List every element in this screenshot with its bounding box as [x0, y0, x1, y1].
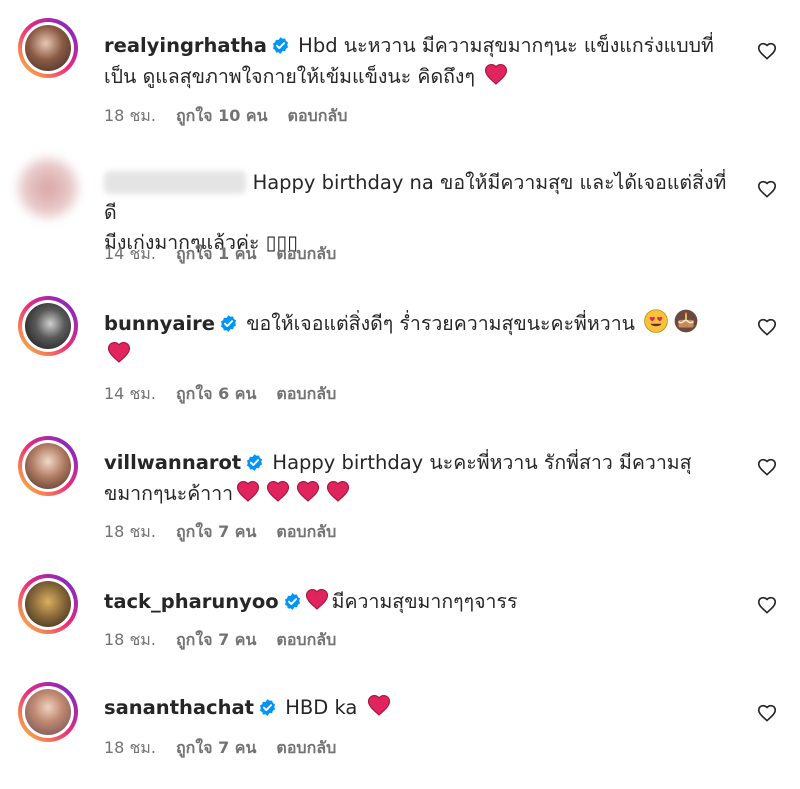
- like-button[interactable]: [756, 316, 778, 338]
- avatar[interactable]: [18, 682, 78, 742]
- avatar[interactable]: [18, 296, 78, 356]
- username[interactable]: realyingrhatha: [104, 34, 267, 57]
- comment-text: HBD ka: [285, 696, 358, 719]
- heart-eyes-emoji: [643, 308, 669, 334]
- timestamp: 14 ชม.: [104, 244, 156, 263]
- comment-meta: 18 ชม. ถูกใจ 10 คน ตอบกลับ: [104, 104, 347, 129]
- red-heart-emoji: [366, 692, 392, 718]
- avatar[interactable]: [18, 158, 78, 218]
- like-button[interactable]: [756, 456, 778, 478]
- like-button[interactable]: [756, 702, 778, 724]
- comment-text: ขอให้เจอแต่สิ่งดีๆ ร่ำรวยความสุขนะคะพี่ห…: [246, 312, 635, 335]
- avatar[interactable]: [18, 574, 78, 634]
- likes-count[interactable]: ถูกใจ 6 คน: [176, 382, 256, 407]
- like-button[interactable]: [756, 178, 778, 200]
- username[interactable]: sananthachat: [104, 696, 254, 719]
- username[interactable]: tack_pharunyoo: [104, 590, 279, 613]
- heart-outline-icon: [756, 316, 778, 338]
- avatar[interactable]: [18, 18, 78, 78]
- heart-outline-icon: [756, 456, 778, 478]
- verified-badge-icon: [271, 36, 290, 55]
- reply-button[interactable]: ตอบกลับ: [276, 242, 336, 267]
- likes-count[interactable]: ถูกใจ 7 คน: [176, 628, 256, 653]
- verified-badge-icon: [245, 453, 264, 472]
- comment-meta: 14 ชม. ถูกใจ 6 คน ตอบกลับ: [104, 382, 336, 407]
- heart-outline-icon: [756, 594, 778, 616]
- reply-button[interactable]: ตอบกลับ: [276, 520, 336, 545]
- red-heart-emoji: [483, 61, 509, 87]
- like-button[interactable]: [756, 594, 778, 616]
- likes-count[interactable]: ถูกใจ 7 คน: [176, 736, 256, 761]
- username[interactable]: villwannarot: [104, 451, 241, 474]
- timestamp: 14 ชม.: [104, 384, 156, 403]
- timestamp: 18 ชม.: [104, 106, 156, 125]
- timestamp: 18 ชม.: [104, 522, 156, 541]
- red-heart-emoji: [265, 478, 291, 504]
- reply-button[interactable]: ตอบกลับ: [276, 628, 336, 653]
- comment-text-cont: เป็น ดูแลสุขภาพใจกายให้เข้มแข็งนะ คิดถึง…: [104, 65, 475, 88]
- verified-badge-icon: [219, 314, 238, 333]
- reply-button[interactable]: ตอบกลับ: [276, 736, 336, 761]
- comment-meta: 14 ชม. ถูกใจ 1 คน ตอบกลับ: [104, 242, 336, 267]
- red-heart-emoji: [295, 478, 321, 504]
- comment-text: มีความสุขมากๆๆจารร: [331, 590, 518, 613]
- red-heart-emoji: [304, 586, 330, 612]
- likes-count[interactable]: ถูกใจ 1 คน: [176, 242, 256, 267]
- likes-count[interactable]: ถูกใจ 7 คน: [176, 520, 256, 545]
- comments-list: realyingrhatha Hbd นะหวาน มีความสุขมากๆน…: [0, 0, 800, 789]
- timestamp: 18 ชม.: [104, 738, 156, 757]
- comment-meta: 18 ชม. ถูกใจ 7 คน ตอบกลับ: [104, 736, 336, 761]
- red-heart-emoji: [106, 339, 132, 365]
- red-heart-emoji: [325, 478, 351, 504]
- heart-outline-icon: [756, 702, 778, 724]
- verified-badge-icon: [258, 698, 277, 717]
- likes-count[interactable]: ถูกใจ 10 คน: [176, 104, 268, 129]
- verified-badge-icon: [283, 592, 302, 611]
- timestamp: 18 ชม.: [104, 630, 156, 649]
- comment-text: Hbd นะหวาน มีความสุขมากๆนะ แข็งแกร่งแบบท…: [298, 34, 714, 57]
- avatar[interactable]: [18, 436, 78, 496]
- comment-meta: 18 ชม. ถูกใจ 7 คน ตอบกลับ: [104, 628, 336, 653]
- reply-button[interactable]: ตอบกลับ: [276, 382, 336, 407]
- username[interactable]: bunnyaire: [104, 312, 215, 335]
- username[interactable]: xxxxxxxxxxx: [104, 171, 247, 194]
- like-button[interactable]: [756, 40, 778, 62]
- comment-text-cont: ขมากๆนะค้าาา: [104, 482, 234, 505]
- birthday-cake-emoji: [673, 308, 699, 334]
- red-heart-emoji: [235, 478, 261, 504]
- heart-outline-icon: [756, 40, 778, 62]
- reply-button[interactable]: ตอบกลับ: [288, 104, 348, 129]
- comment-meta: 18 ชม. ถูกใจ 7 คน ตอบกลับ: [104, 520, 336, 545]
- heart-outline-icon: [756, 178, 778, 200]
- comment-text: Happy birthday นะคะพี่หวาน รักพี่สาว มีค…: [272, 451, 692, 474]
